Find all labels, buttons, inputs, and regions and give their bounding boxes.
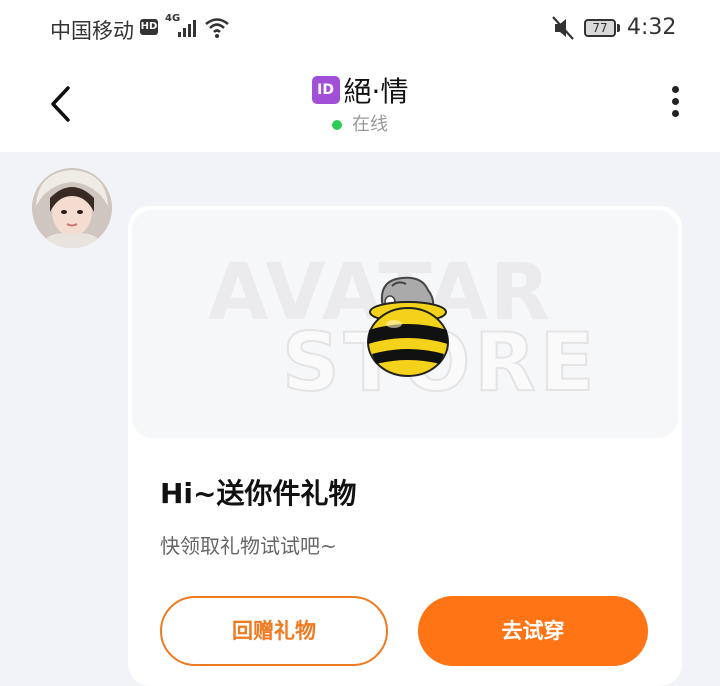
more-options-icon[interactable] <box>672 86 680 122</box>
chat-title: ID 絕·情 <box>0 70 720 110</box>
battery-tip <box>617 24 620 32</box>
avatar-image <box>32 168 112 248</box>
online-label: 在线 <box>352 114 388 135</box>
id-badge-icon: ID <box>311 76 340 104</box>
status-bar: 中国移动 HD 4G 77 4:32 <box>0 0 720 56</box>
gift-card: AVATAR STORE Hi~送你件礼物 快领取礼物试试吧~ 回赠礼物 去试穿 <box>128 206 682 686</box>
hd-icon: HD <box>140 19 158 35</box>
contact-name: 絕·情 <box>343 75 409 108</box>
gift-banner: AVATAR STORE <box>132 210 678 438</box>
try-on-button[interactable]: 去试穿 <box>418 596 648 666</box>
battery-icon: 77 <box>584 19 616 37</box>
return-gift-button[interactable]: 回赠礼物 <box>160 596 388 666</box>
bee-gift-icon <box>367 276 449 377</box>
carrier-label: 中国移动 <box>50 19 134 43</box>
avatar[interactable] <box>32 168 112 248</box>
cellular-signal-icon <box>178 20 196 37</box>
clock: 4:32 <box>627 15 677 40</box>
gift-subtitle: 快领取礼物试试吧~ <box>160 534 337 558</box>
gift-title: Hi~送你件礼物 <box>160 477 357 510</box>
online-status: 在线 <box>0 110 720 136</box>
wifi-icon <box>205 18 229 38</box>
online-dot-icon <box>332 120 342 130</box>
mute-icon <box>552 16 574 40</box>
top-bar: 中国移动 HD 4G 77 4:32 ID 絕·情 在线 <box>0 0 720 152</box>
